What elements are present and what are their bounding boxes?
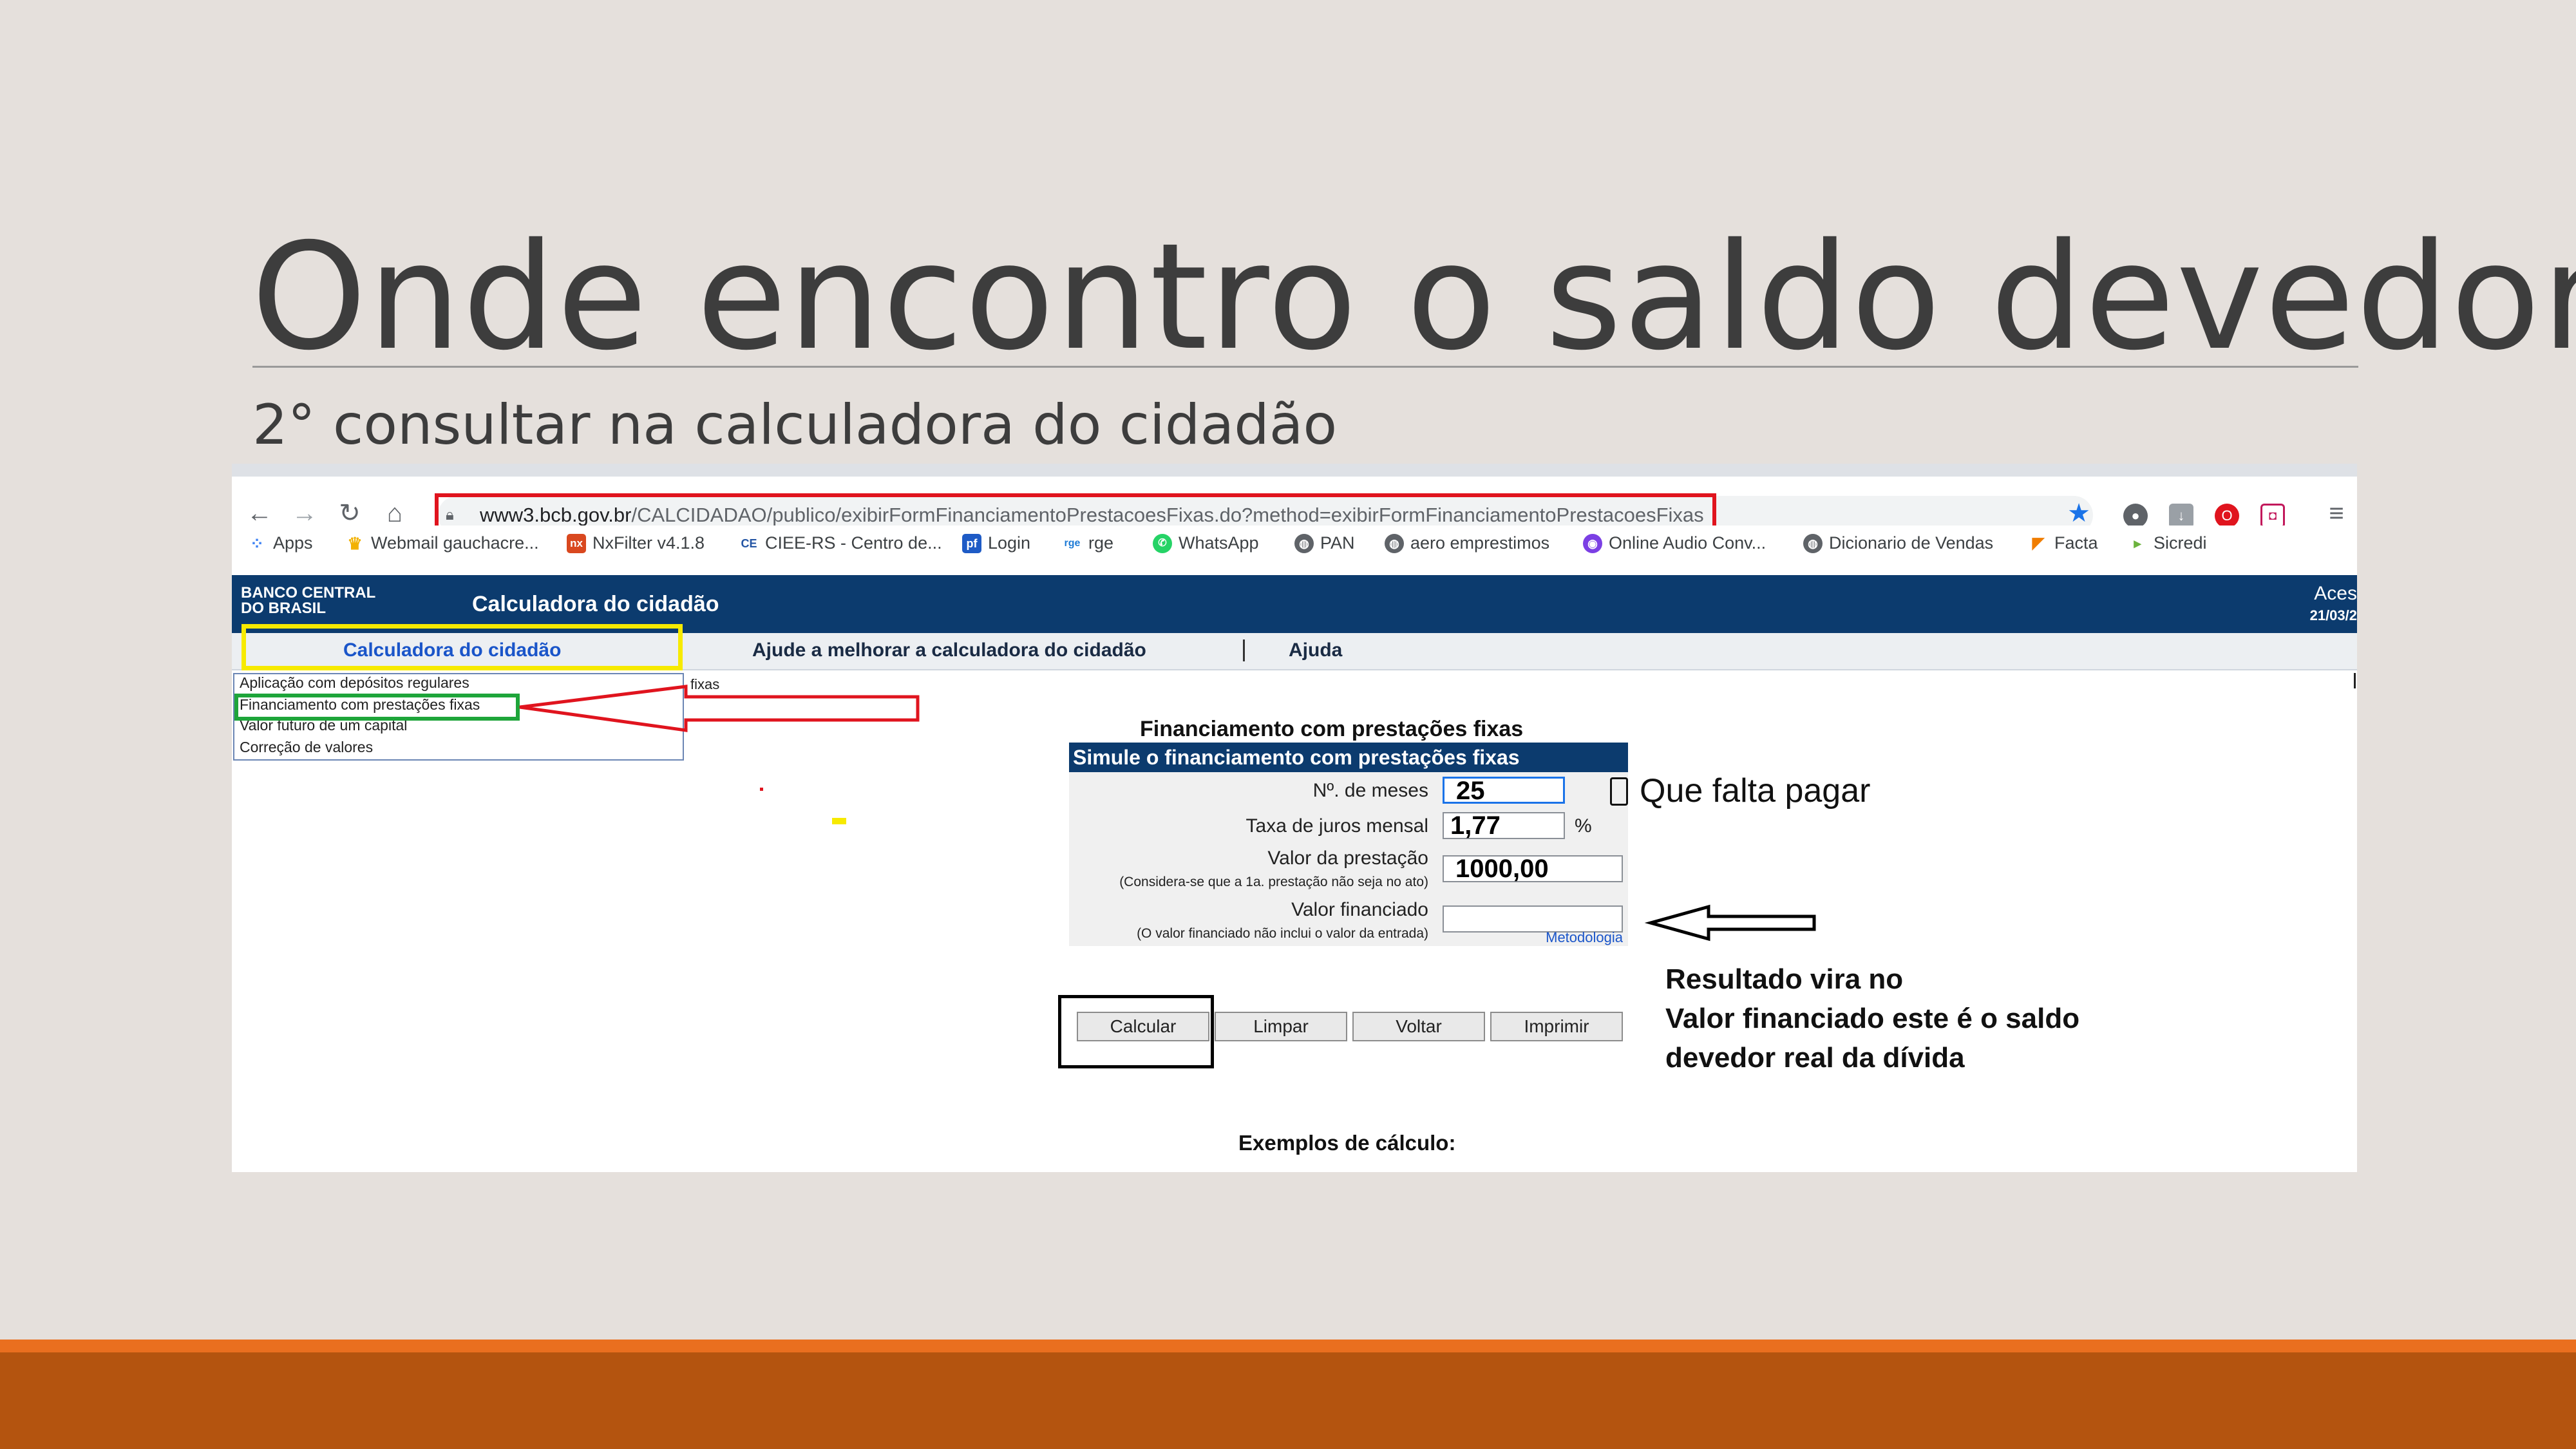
black-arrow xyxy=(1644,904,1816,942)
title-divider xyxy=(252,366,2358,368)
result-line: Resultado vira no xyxy=(1665,963,1904,995)
result-line: devedor real da dívida xyxy=(1665,1042,1965,1074)
checkbox-glyph-icon xyxy=(1610,777,1628,806)
footer-bar xyxy=(0,1340,2576,1449)
falta-pagar-annotation: Que falta pagar xyxy=(1610,772,1870,810)
browser-screenshot: ← → ↻ ⌂ 🔒︎ www3.bcb.gov.br/CALCIDADAO/pu… xyxy=(232,464,2357,1172)
slide-subtitle: 2° consultar na calculadora do cidadão xyxy=(252,393,1338,457)
footer-accent-line xyxy=(0,1340,2576,1352)
slide-title: Onde encontro o saldo devedor? xyxy=(251,211,2576,383)
result-line: Valor financiado este é o saldo xyxy=(1665,1003,2080,1034)
result-annotation: Resultado vira no Valor financiado este … xyxy=(1665,960,2079,1077)
falta-pagar-text: Que falta pagar xyxy=(1640,772,1871,810)
red-arrow xyxy=(519,685,920,732)
